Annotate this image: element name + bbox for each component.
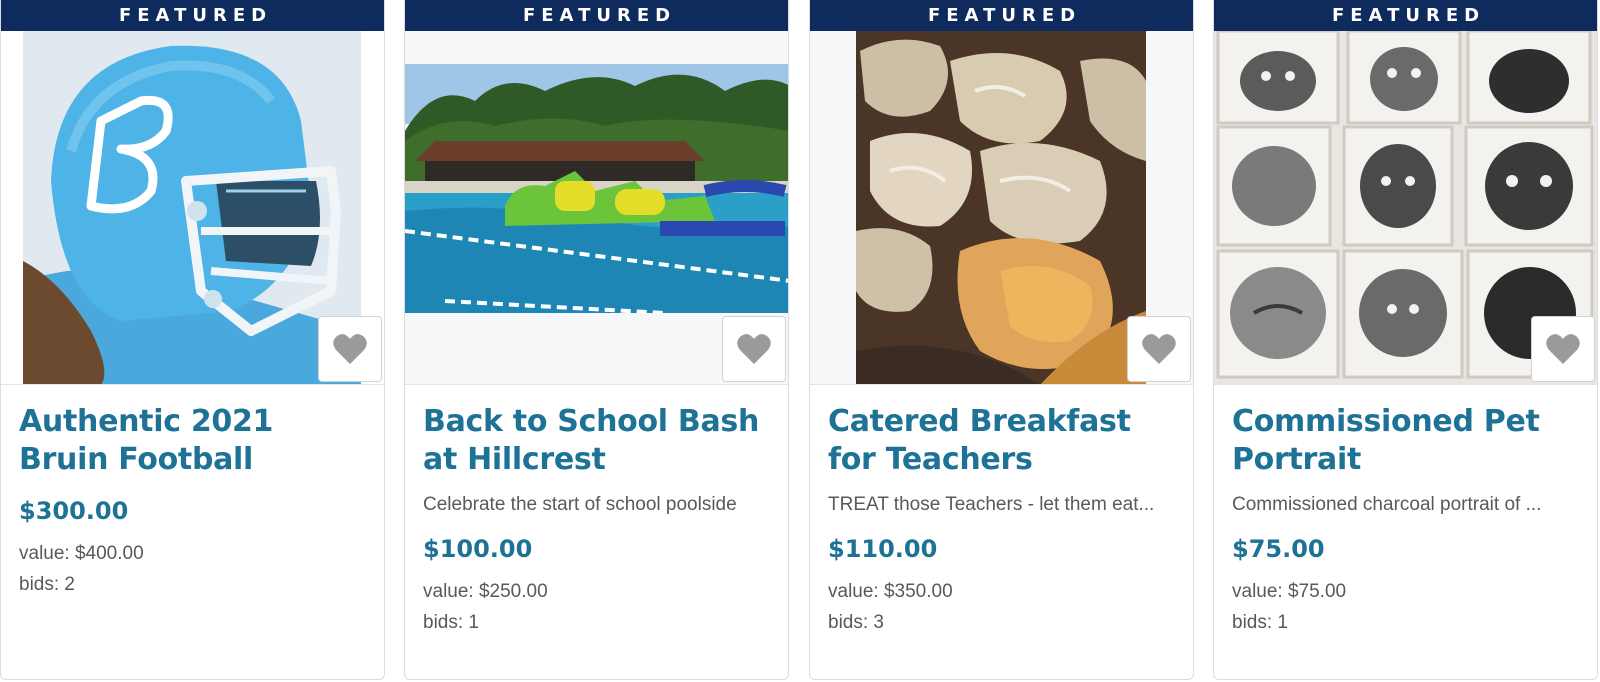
auction-item-card[interactable]: FEATURED xyxy=(0,0,385,680)
item-image[interactable] xyxy=(810,31,1193,385)
item-image[interactable] xyxy=(1214,31,1597,385)
auction-item-card[interactable]: FEATURED xyxy=(1213,0,1598,680)
heart-icon xyxy=(333,334,367,364)
auction-item-card[interactable]: FEATURED xyxy=(404,0,789,680)
item-description: Celebrate the start of school poolside xyxy=(423,494,737,515)
item-price: $75.00 xyxy=(1232,535,1325,563)
item-title[interactable]: Catered Breakfast for Teachers xyxy=(828,403,1175,479)
item-bids: bids: 3 xyxy=(828,612,884,633)
item-image[interactable] xyxy=(1,31,384,385)
featured-ribbon: FEATURED xyxy=(1,0,384,31)
item-image[interactable] xyxy=(405,31,788,385)
item-value: value: $350.00 xyxy=(828,581,953,602)
item-price: $300.00 xyxy=(19,497,129,525)
item-bids: bids: 2 xyxy=(19,574,75,595)
item-bids: bids: 1 xyxy=(1232,612,1288,633)
auction-item-card[interactable]: FEATURED Catered Breakfast for Teachers … xyxy=(809,0,1194,680)
featured-ribbon: FEATURED xyxy=(1214,0,1597,31)
item-title[interactable]: Commissioned Pet Portrait xyxy=(1232,403,1579,479)
item-price: $100.00 xyxy=(423,535,533,563)
heart-icon xyxy=(1142,334,1176,364)
favorite-button[interactable] xyxy=(1531,316,1595,382)
featured-ribbon: FEATURED xyxy=(810,0,1193,31)
item-value: value: $250.00 xyxy=(423,581,548,602)
item-value: value: $75.00 xyxy=(1232,581,1347,602)
item-description: Commissioned charcoal portrait of ... xyxy=(1232,494,1542,515)
heart-icon xyxy=(1546,334,1580,364)
favorite-button[interactable] xyxy=(318,316,382,382)
item-bids: bids: 1 xyxy=(423,612,479,633)
item-description: TREAT those Teachers - let them eat... xyxy=(828,494,1155,515)
heart-icon xyxy=(737,334,771,364)
featured-ribbon: FEATURED xyxy=(405,0,788,31)
item-price: $110.00 xyxy=(828,535,938,563)
favorite-button[interactable] xyxy=(722,316,786,382)
favorite-button[interactable] xyxy=(1127,316,1191,382)
item-value: value: $400.00 xyxy=(19,543,144,564)
item-title[interactable]: Authentic 2021 Bruin Football Helmet xyxy=(19,403,366,479)
item-title[interactable]: Back to School Bash at Hillcrest Country… xyxy=(423,403,770,479)
